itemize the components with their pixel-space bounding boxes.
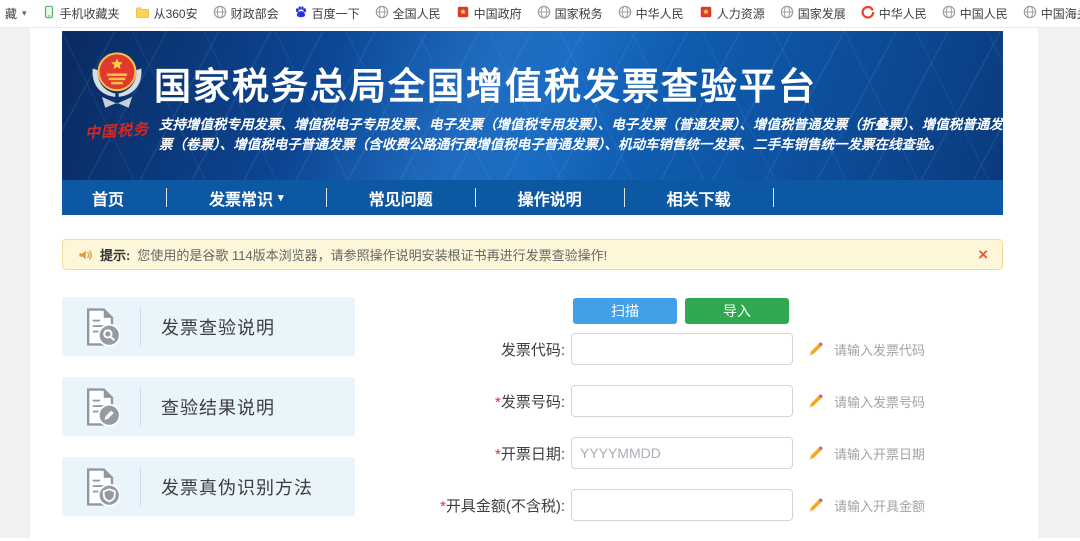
- main-nav: 首页 发票常识▾ 常见问题 操作说明 相关下载: [62, 180, 1003, 215]
- field-row-invoice-date: *开票日期: 请输入开票日期: [355, 437, 1003, 469]
- nav-item-instructions[interactable]: 操作说明: [518, 186, 582, 210]
- field-hint: 请输入开票日期: [834, 444, 925, 463]
- bookmark-item[interactable]: 从360安: [135, 5, 198, 23]
- nav-separator: [773, 188, 774, 207]
- emblem-icon: [699, 5, 713, 22]
- field-row-invoice-amount: *开具金额(不含税): 请输入开具金额: [355, 489, 1003, 521]
- doc-edit-icon: [62, 385, 140, 429]
- right-gutter: [1038, 28, 1080, 538]
- bookmarks-overflow[interactable]: 藏 ▾: [5, 5, 27, 22]
- bookmark-item[interactable]: 国家税务: [537, 5, 603, 22]
- bookmark-item[interactable]: 全国人民: [375, 5, 441, 22]
- sidebar: 发票查验说明 查验结果说明 发票真伪识别方法: [62, 297, 355, 541]
- divider: [140, 468, 141, 506]
- bookmark-item[interactable]: 中国人民: [942, 5, 1008, 22]
- bookmark-item[interactable]: 中国海关: [1023, 5, 1080, 22]
- doc-shield-icon: [62, 465, 140, 509]
- field-row-invoice-number: *发票号码: 请输入发票号码: [355, 385, 1003, 417]
- invoice-amount-input[interactable]: [571, 489, 793, 521]
- sidebar-item-invoice-check-instructions[interactable]: 发票查验说明: [62, 297, 355, 356]
- globe-icon: [618, 5, 632, 22]
- globe-icon: [780, 5, 794, 22]
- pencil-icon: [807, 445, 824, 462]
- invoice-check-form: 扫描 导入 发票代码: 请输入发票代码 *发票号码: 请输入发票号码 *开票日: [355, 297, 1003, 541]
- bookmarks-bar: 藏 ▾ 手机收藏夹 从360安 财政部会 百度一下 全国人民 中国政府 国家税务…: [0, 0, 1080, 28]
- scan-button[interactable]: 扫描: [573, 298, 677, 324]
- field-row-invoice-code: 发票代码: 请输入发票代码: [355, 333, 1003, 365]
- speaker-icon: [77, 247, 93, 263]
- baidu-icon: [294, 5, 308, 22]
- bookmark-item[interactable]: 中华人民: [618, 5, 684, 22]
- notice-message: 您使用的是谷歌 114版本浏览器，请参照操作说明安装根证书再进行发票查验操作!: [137, 245, 607, 264]
- swirl-icon: [861, 5, 875, 22]
- left-gutter: [0, 28, 30, 538]
- field-hint: 请输入开具金额: [834, 496, 925, 515]
- invoice-code-input[interactable]: [571, 333, 793, 365]
- pencil-icon: [807, 341, 824, 358]
- bookmark-item[interactable]: 手机收藏夹: [42, 5, 120, 22]
- bookmark-item[interactable]: 人力资源: [699, 5, 765, 22]
- nav-item-downloads[interactable]: 相关下载: [667, 186, 731, 210]
- bookmark-item[interactable]: 国家发展: [780, 5, 846, 22]
- page-subtitle: 支持增值税专用发票、增值税电子专用发票、电子发票（增值税专用发票）、电子发票（普…: [159, 115, 1003, 155]
- globe-icon: [942, 5, 956, 22]
- globe-icon: [1023, 5, 1037, 22]
- bookmark-item[interactable]: 财政部会: [213, 5, 279, 22]
- sidebar-item-authenticity-identification[interactable]: 发票真伪识别方法: [62, 457, 355, 516]
- field-hint: 请输入发票号码: [834, 392, 925, 411]
- nav-item-home[interactable]: 首页: [92, 186, 124, 210]
- folder-icon: [135, 5, 150, 23]
- import-button[interactable]: 导入: [685, 298, 789, 324]
- field-label: 开具金额(不含税):: [446, 498, 565, 515]
- browser-notice-banner: 提示: 您使用的是谷歌 114版本浏览器，请参照操作说明安装根证书再进行发票查验…: [62, 239, 1003, 270]
- globe-icon: [537, 5, 551, 22]
- site-header: 中国税务 国家税务总局全国增值税发票查验平台 支持增值税专用发票、增值税电子专用…: [62, 31, 1003, 180]
- emblem-icon: [456, 5, 470, 22]
- nav-item-faq[interactable]: 常见问题: [369, 186, 433, 210]
- page-title: 国家税务总局全国增值税发票查验平台: [154, 56, 817, 110]
- sidebar-item-check-result-instructions[interactable]: 查验结果说明: [62, 377, 355, 436]
- doc-search-icon: [62, 305, 140, 349]
- field-label: 发票号码:: [501, 394, 565, 411]
- divider: [140, 388, 141, 426]
- globe-icon: [375, 5, 389, 22]
- bookmark-overflow-label: 藏: [5, 5, 17, 22]
- field-label: 发票代码:: [501, 342, 565, 359]
- caret-down-icon: ▾: [22, 8, 27, 19]
- field-hint: 请输入发票代码: [834, 340, 925, 359]
- pencil-icon: [807, 393, 824, 410]
- globe-icon: [213, 5, 227, 22]
- invoice-date-input[interactable]: [571, 437, 793, 469]
- bookmark-item[interactable]: 中华人民: [861, 5, 927, 22]
- nav-item-invoice-knowledge[interactable]: 发票常识▾: [209, 186, 284, 210]
- nav-separator: [326, 188, 327, 207]
- divider: [140, 308, 141, 346]
- bookmark-item[interactable]: 百度一下: [294, 5, 360, 22]
- phone-icon: [42, 5, 56, 22]
- tax-emblem-icon: [82, 45, 152, 117]
- tax-logo: 中国税务: [82, 45, 152, 141]
- nav-separator: [475, 188, 476, 207]
- page-body: 中国税务 国家税务总局全国增值税发票查验平台 支持增值税专用发票、增值税电子专用…: [30, 28, 1038, 538]
- pencil-icon: [807, 497, 824, 514]
- caret-down-icon: ▾: [278, 191, 284, 204]
- close-icon[interactable]: ×: [978, 246, 988, 263]
- nav-separator: [624, 188, 625, 207]
- field-label: 开票日期:: [501, 446, 565, 463]
- bookmark-item[interactable]: 中国政府: [456, 5, 522, 22]
- notice-prefix: 提示:: [100, 245, 130, 264]
- nav-separator: [166, 188, 167, 207]
- invoice-number-input[interactable]: [571, 385, 793, 417]
- logo-caption: 中国税务: [81, 118, 152, 144]
